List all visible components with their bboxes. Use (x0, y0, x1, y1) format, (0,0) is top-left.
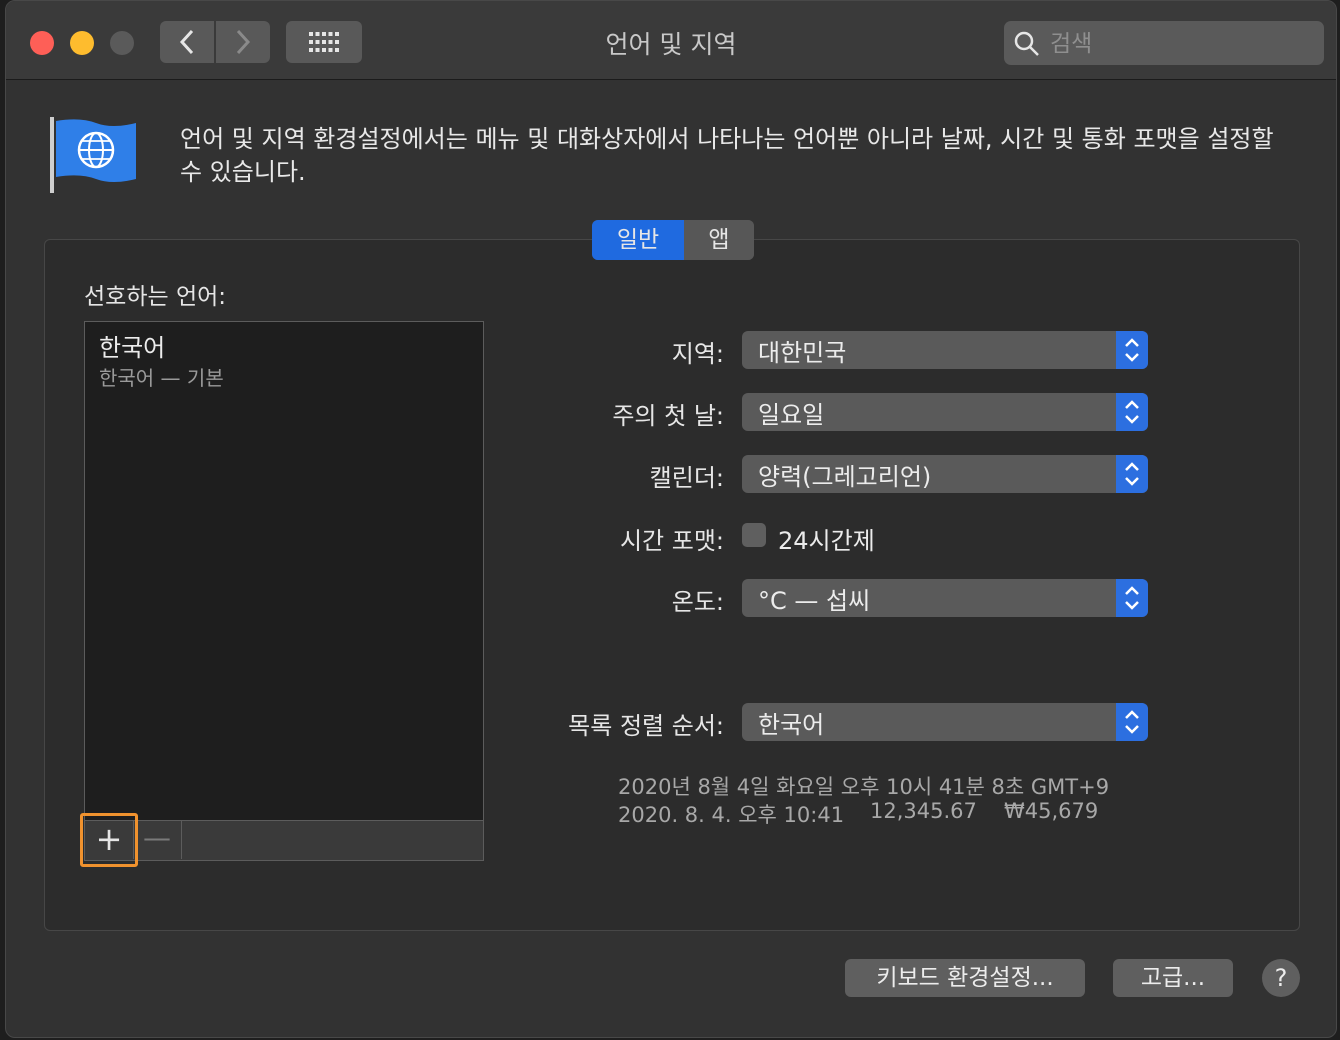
calendar-value: 양력(그레고리언) (758, 463, 932, 491)
24-hour-checkbox[interactable] (742, 523, 766, 547)
language-detail: 한국어 — 기본 (99, 366, 224, 390)
24-hour-label[interactable]: 24시간제 (778, 521, 875, 556)
region-popup[interactable]: 대한민국 (742, 331, 1148, 369)
tab-general[interactable]: 일반 (592, 220, 684, 260)
title-bar: 언어 및 지역 (6, 1, 1336, 80)
window: 언어 및 지역 언어 및 지역 환경설정에서는 메뉴 및 대화상자에서 나타나는… (5, 0, 1337, 1038)
sample-number: 12,345.67 (870, 799, 977, 823)
tab-control: 일반 앱 (592, 220, 754, 260)
tab-apps[interactable]: 앱 (684, 220, 754, 260)
region-value: 대한민국 (758, 339, 847, 367)
updown-arrows-icon (1116, 579, 1148, 617)
time-format-label: 시간 포맷: (619, 527, 724, 555)
search-field[interactable] (1004, 21, 1324, 67)
sample-currency: ₩45,679 (1004, 799, 1099, 823)
first-day-value: 일요일 (758, 401, 825, 429)
first-day-label: 주의 첫 날: (612, 402, 724, 430)
sample-long-date: 2020년 8월 4일 화요일 오후 10시 41분 8초 GMT+9 (618, 775, 1110, 799)
sort-order-popup[interactable]: 한국어 (742, 703, 1148, 741)
description-text: 언어 및 지역 환경설정에서는 메뉴 및 대화상자에서 나타나는 언어뿐 아니라… (180, 125, 1274, 186)
sort-order-value: 한국어 (758, 711, 825, 739)
first-day-popup[interactable]: 일요일 (742, 393, 1148, 431)
updown-arrows-icon (1116, 703, 1148, 741)
flag-globe-icon (50, 117, 136, 193)
updown-arrows-icon (1116, 331, 1148, 369)
updown-arrows-icon (1116, 393, 1148, 431)
temperature-popup[interactable]: °C — 섭씨 (742, 579, 1148, 617)
temperature-label: 온도: (671, 588, 724, 616)
temperature-value: °C — 섭씨 (758, 587, 871, 615)
updown-arrows-icon (1116, 455, 1148, 493)
preferred-languages-label: 선호하는 언어: (84, 284, 227, 310)
sort-order-label: 목록 정렬 순서: (568, 712, 724, 740)
calendar-label: 캘린더: (649, 464, 724, 492)
sample-short-date: 2020. 8. 4. 오후 10:41 (618, 803, 845, 827)
help-button[interactable]: ? (1262, 959, 1300, 997)
keyboard-preferences-button[interactable]: 키보드 환경설정... (845, 959, 1085, 997)
list-toolbar: + — (85, 820, 483, 860)
search-icon (1014, 31, 1039, 56)
advanced-button[interactable]: 고급... (1113, 959, 1233, 997)
region-label: 지역: (671, 340, 724, 368)
calendar-popup[interactable]: 양력(그레고리언) (742, 455, 1148, 493)
language-name: 한국어 (99, 334, 166, 362)
remove-language-button[interactable]: — (133, 821, 182, 859)
search-input[interactable] (1048, 21, 1312, 67)
focus-highlight (80, 813, 138, 867)
